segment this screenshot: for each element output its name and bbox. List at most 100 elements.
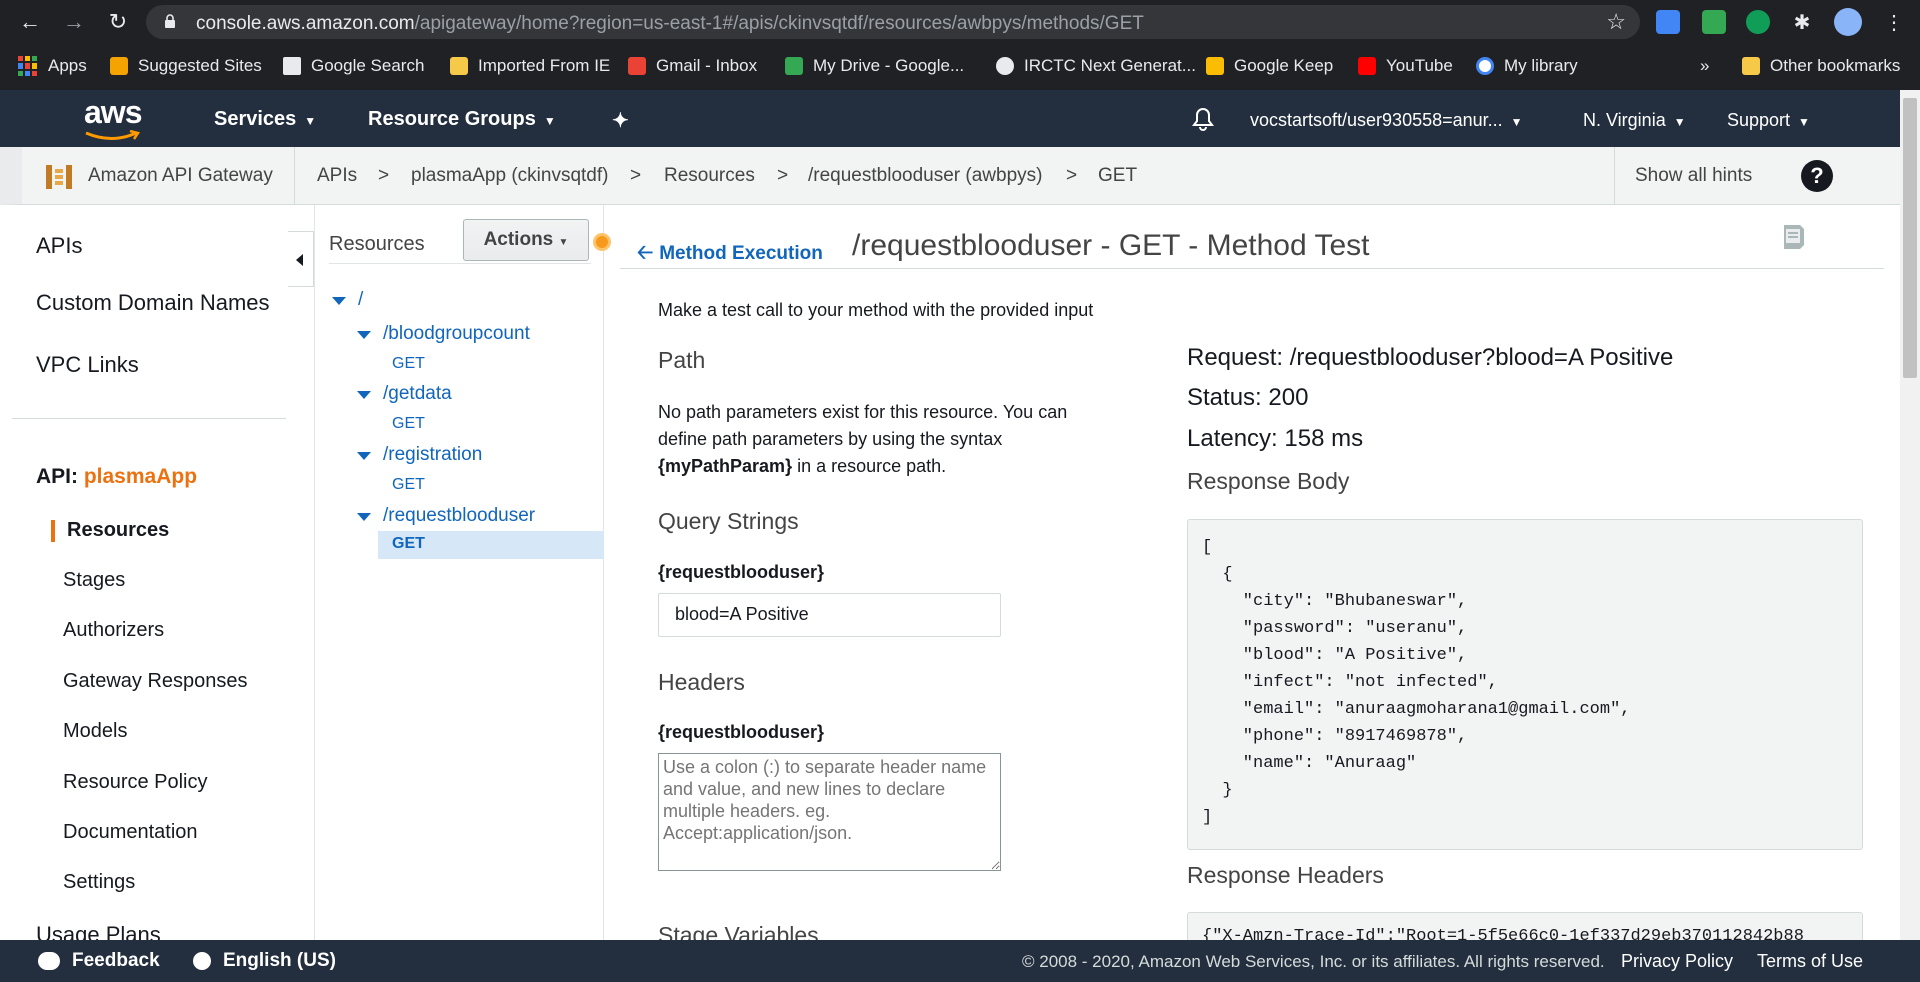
account-label: vocstartsoft/user930558=anur... [1250,110,1503,130]
tree-method-get[interactable]: GET [392,476,425,494]
breadcrumb-method[interactable]: GET [1098,165,1137,187]
query-string-label: {requestblooduser} [658,562,825,582]
tree-method-get-selected[interactable]: GET [378,531,604,559]
headers-textarea[interactable] [658,753,1001,871]
tree-root[interactable]: / [332,289,363,311]
bookmark-label: Gmail - Inbox [656,56,758,75]
bookmark-irctc[interactable]: IRCTC Next Generat... [996,55,1196,77]
tree-resource-requestblooduser[interactable]: /requestblooduser [357,505,535,527]
bookmark-star-icon[interactable]: ☆ [1606,9,1626,35]
query-string-input[interactable]: blood=A Positive [658,593,1001,637]
scrollbar-thumb[interactable] [1903,98,1917,378]
forward-arrow-icon[interactable]: → [60,8,88,36]
hint-dot-icon[interactable] [593,233,611,251]
feedback-button[interactable]: Feedback [38,950,160,972]
tree-resource-registration[interactable]: /registration [357,444,482,466]
bookmark-label: Suggested Sites [138,56,262,75]
bookmark-google-keep[interactable]: Google Keep [1206,55,1333,77]
show-all-hints-button[interactable]: Show all hints [1635,165,1752,187]
method-execution-label: Method Execution [659,243,823,264]
breadcrumb-resources[interactable]: Resources [664,165,755,187]
sidebar-item-resource-policy[interactable]: Resource Policy [63,771,208,794]
bell-icon[interactable] [1192,107,1214,131]
tree-root-label: / [358,289,364,310]
translate-extension-icon[interactable] [1656,10,1680,34]
code-line: "infect": "not infected", [1202,673,1498,692]
sidebar-item-usage-plans[interactable]: Usage Plans [36,922,161,940]
address-bar[interactable]: console.aws.amazon.com/apigateway/home?r… [146,5,1640,39]
kebab-menu-icon[interactable]: ⋮ [1880,8,1908,36]
response-body-code: [ { "city": "Bhubaneswar", "password": "… [1202,534,1848,831]
globe-icon [193,951,211,970]
sidebar-item-custom-domain-names[interactable]: Custom Domain Names [36,290,270,316]
breadcrumb-apis[interactable]: APIs [317,165,357,187]
terms-of-use-link[interactable]: Terms of Use [1757,951,1863,972]
book-icon[interactable] [1778,221,1808,251]
sidebar-item-settings[interactable]: Settings [63,871,135,894]
bookmark-suggested-sites[interactable]: Suggested Sites [110,55,262,77]
services-menu[interactable]: Services ▼ [214,108,316,131]
bookmark-imported-from-ie[interactable]: Imported From IE [450,55,610,77]
bookmark-label: Imported From IE [478,56,611,75]
sidebar-divider [12,418,286,419]
support-menu[interactable]: Support ▼ [1727,110,1810,131]
tree-resource-getdata[interactable]: /getdata [357,383,452,405]
puzzle-extensions-icon[interactable]: ✱ [1790,10,1814,34]
google-g-icon [1476,57,1494,75]
panel-divider [329,263,591,264]
profile-avatar[interactable] [1834,8,1862,36]
bookmark-gmail[interactable]: Gmail - Inbox [628,55,757,77]
other-bookmarks[interactable]: Other bookmarks [1742,55,1900,77]
sidebar-item-stages[interactable]: Stages [63,569,125,592]
breadcrumb-api[interactable]: plasmaApp (ckinvsqtdf) [411,165,608,187]
response-body-heading: Response Body [1187,468,1350,494]
breadcrumb-service[interactable]: Amazon API Gateway [88,165,273,187]
tree-resource-bloodgroupcount[interactable]: /bloodgroupcount [357,323,530,345]
resource-groups-label: Resource Groups [368,108,536,130]
aws-top-nav: aws Services ▼ Resource Groups ▼ ✦ vocstar… [0,90,1900,147]
services-label: Services [214,108,297,130]
help-icon[interactable]: ? [1801,160,1833,192]
region-label: N. Virginia [1583,110,1666,130]
path-text-line: {myPathParam} in a resource path. [658,453,1128,480]
api-name[interactable]: plasmaApp [84,465,197,488]
bookmark-my-drive[interactable]: My Drive - Google... [785,55,964,77]
language-selector[interactable]: English (US) [193,950,336,972]
sidebar-item-documentation[interactable]: Documentation [63,821,198,844]
sidebar-item-resources[interactable]: Resources [67,519,169,542]
bookmark-label: YouTube [1386,56,1453,75]
sidebar-item-vpc-links[interactable]: VPC Links [36,352,139,378]
sidebar-item-authorizers[interactable]: Authorizers [63,619,164,642]
colorful-extension-icon[interactable] [1746,10,1770,34]
bookmark-apps[interactable]: Apps [18,55,87,77]
aws-logo[interactable]: aws [84,94,142,131]
image-extension-icon[interactable] [1702,10,1726,34]
actions-dropdown[interactable]: Actions ▼ [463,219,589,261]
page-scrollbar[interactable] [1900,90,1920,940]
sidebar-item-gateway-responses[interactable]: Gateway Responses [63,670,248,693]
tree-method-get[interactable]: GET [392,355,425,373]
tree-method-get[interactable]: GET [392,415,425,433]
privacy-policy-link[interactable]: Privacy Policy [1621,951,1733,972]
reload-icon[interactable]: ↻ [104,8,132,36]
expand-triangle-icon [357,513,371,521]
chevron-down-icon: ▼ [1673,115,1686,129]
sidebar-item-models[interactable]: Models [63,720,127,743]
method-execution-link[interactable]: 🡠 Method Execution [637,238,823,272]
sidebar-item-apis[interactable]: APIs [36,233,82,259]
resource-groups-menu[interactable]: Resource Groups ▼ [368,108,556,131]
more-bookmarks-button[interactable]: » [1700,55,1709,77]
code-line: "city": "Bhubaneswar", [1202,592,1468,611]
bookmark-youtube[interactable]: YouTube [1358,55,1453,77]
pin-icon[interactable]: ✦ [612,108,629,133]
breadcrumb-separator: > [630,165,642,186]
account-menu[interactable]: vocstartsoft/user930558=anur... ▼ [1250,110,1523,131]
bookmark-my-library[interactable]: My library [1476,55,1578,77]
region-menu[interactable]: N. Virginia ▼ [1583,110,1686,131]
bookmark-google-search[interactable]: Google Search [283,55,424,77]
breadcrumb-resource[interactable]: /requestblooduser (awbpys) [808,165,1042,187]
back-arrow-icon[interactable]: ← [16,8,44,36]
query-strings-heading: Query Strings [658,508,799,534]
collapse-sidebar-button[interactable] [288,231,314,287]
response-body[interactable]: [ { "city": "Bhubaneswar", "password": "… [1187,519,1863,850]
